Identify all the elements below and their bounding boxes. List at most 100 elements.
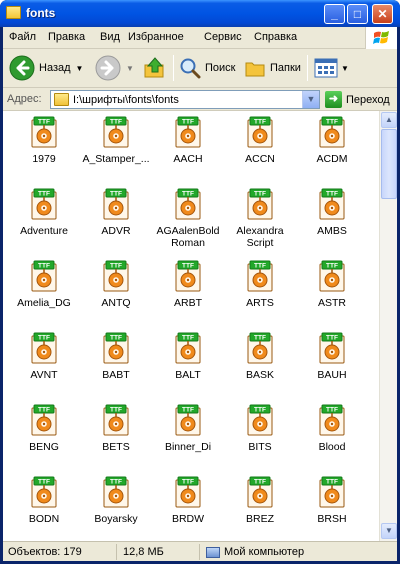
ttf-font-icon: TTF xyxy=(247,332,273,364)
ttf-font-icon: TTF xyxy=(319,116,345,148)
font-file-item[interactable]: TTF AACH xyxy=(151,115,225,185)
font-file-item[interactable]: TTF BREZ xyxy=(223,475,297,541)
go-button[interactable]: ➜ Переход xyxy=(325,90,390,109)
font-file-item[interactable]: TTF BAUH xyxy=(295,331,369,401)
file-list[interactable]: TTF 1979 TTF A_Stamper_... TTF AACH TTF ACCN TTF… xyxy=(3,111,379,541)
font-file-name: BETS xyxy=(102,441,130,453)
font-file-item[interactable]: TTF ANTQ xyxy=(79,259,153,329)
menu-tools[interactable]: Сервис xyxy=(204,31,242,43)
font-file-name: Alexandra Script xyxy=(236,225,284,249)
font-file-item[interactable]: TTF AVNT xyxy=(7,331,81,401)
ttf-badge-text: TTF xyxy=(110,479,122,486)
font-file-item[interactable]: TTF BODN xyxy=(7,475,81,541)
font-file-item[interactable]: TTF Binner_Di xyxy=(151,403,225,473)
chevron-down-icon[interactable]: ▼ xyxy=(126,64,134,73)
up-folder-button[interactable] xyxy=(143,53,167,83)
minimize-button[interactable]: _ xyxy=(324,4,345,24)
total-size: 12,8 МБ xyxy=(120,544,200,560)
menu-edit[interactable]: Правка xyxy=(48,31,85,43)
scroll-up-button[interactable]: ▲ xyxy=(381,112,397,128)
ttf-badge-text: TTF xyxy=(38,119,50,126)
toolbar-separator xyxy=(307,55,308,81)
toolbar-separator xyxy=(173,55,174,81)
scroll-down-button[interactable]: ▼ xyxy=(381,523,397,539)
ttf-badge-text: TTF xyxy=(182,335,194,342)
back-button[interactable]: Назад ▼ xyxy=(9,53,83,83)
ttf-badge-text: TTF xyxy=(326,335,338,342)
font-file-item[interactable]: TTF AGAalenBold Roman xyxy=(151,187,225,257)
ttf-font-icon: TTF xyxy=(103,404,129,436)
ttf-badge-text: TTF xyxy=(326,479,338,486)
ttf-font-icon: TTF xyxy=(175,404,201,436)
font-file-item[interactable]: TTF BASK xyxy=(223,331,297,401)
font-file-item[interactable]: TTF ARTS xyxy=(223,259,297,329)
font-file-item[interactable]: TTF ACCN xyxy=(223,115,297,185)
ttf-badge-text: TTF xyxy=(254,119,266,126)
maximize-button[interactable]: □ xyxy=(347,4,368,24)
font-file-name: BODN xyxy=(28,513,60,525)
font-file-item[interactable]: TTF BITS xyxy=(223,403,297,473)
explorer-window: fonts _ □ ✕ Файл Правка Вид Избранное Се… xyxy=(0,0,400,564)
font-file-item[interactable]: TTF BENG xyxy=(7,403,81,473)
font-file-item[interactable]: TTF AMBS xyxy=(295,187,369,257)
scroll-thumb[interactable] xyxy=(381,129,397,199)
menu-file[interactable]: Файл xyxy=(9,31,36,43)
font-file-item[interactable]: TTF BABT xyxy=(79,331,153,401)
menu-view[interactable]: Вид xyxy=(100,31,120,43)
chevron-down-icon[interactable]: ▼ xyxy=(302,91,319,108)
font-file-item[interactable]: TTF A_Stamper_... xyxy=(79,115,153,185)
font-file-item[interactable]: TTF Amelia_DG xyxy=(7,259,81,329)
ttf-badge-text: TTF xyxy=(182,479,194,486)
font-file-name: ARBT xyxy=(173,297,202,309)
chevron-down-icon[interactable]: ▼ xyxy=(341,64,349,73)
forward-button[interactable]: ▼ xyxy=(95,53,134,83)
font-file-name: AMBS xyxy=(317,225,347,237)
ttf-badge-text: TTF xyxy=(182,263,194,270)
toolbar: Назад ▼ ▼ Поиск Папки ▼ xyxy=(3,49,397,88)
search-button[interactable]: Поиск xyxy=(179,53,235,83)
title-bar[interactable]: fonts _ □ ✕ xyxy=(0,0,400,27)
ttf-font-icon: TTF xyxy=(175,188,201,220)
folder-icon xyxy=(6,6,21,19)
ttf-badge-text: TTF xyxy=(38,407,50,414)
views-button[interactable]: ▼ xyxy=(314,53,349,83)
ttf-font-icon: TTF xyxy=(247,404,273,436)
font-file-item[interactable]: TTF BRSH xyxy=(295,475,369,541)
font-file-name: ANTQ xyxy=(101,297,131,309)
my-computer-icon xyxy=(206,546,220,558)
location-label: Мой компьютер xyxy=(224,546,305,558)
font-file-item[interactable]: TTF ARBT xyxy=(151,259,225,329)
font-file-item[interactable]: TTF 1979 xyxy=(7,115,81,185)
font-file-item[interactable]: TTF Alexandra Script xyxy=(223,187,297,257)
back-arrow-icon xyxy=(9,55,35,81)
font-file-item[interactable]: TTF BETS xyxy=(79,403,153,473)
ttf-font-icon: TTF xyxy=(319,332,345,364)
font-file-name: ARTS xyxy=(246,297,274,309)
vertical-scrollbar[interactable]: ▲ ▼ xyxy=(379,111,397,541)
font-file-name: Amelia_DG xyxy=(17,297,71,309)
close-button[interactable]: ✕ xyxy=(372,4,393,24)
ttf-badge-text: TTF xyxy=(326,119,338,126)
icon-grid: TTF 1979 TTF A_Stamper_... TTF AACH TTF ACCN TTF… xyxy=(3,111,379,541)
font-file-item[interactable]: TTF ACDM xyxy=(295,115,369,185)
font-file-item[interactable]: TTF BALT xyxy=(151,331,225,401)
address-input[interactable]: I:\шрифты\fonts\fonts ▼ xyxy=(50,90,320,109)
font-file-item[interactable]: TTF Adventure xyxy=(7,187,81,257)
font-file-item[interactable]: TTF ADVR xyxy=(79,187,153,257)
font-file-name: ADVR xyxy=(101,225,131,237)
menu-help[interactable]: Справка xyxy=(254,31,297,43)
chevron-down-icon[interactable]: ▼ xyxy=(76,64,84,73)
ttf-badge-text: TTF xyxy=(38,191,50,198)
font-file-item[interactable]: TTF Blood xyxy=(295,403,369,473)
font-file-item[interactable]: TTF Boyarsky xyxy=(79,475,153,541)
search-label: Поиск xyxy=(205,62,236,74)
font-file-item[interactable]: TTF ASTR xyxy=(295,259,369,329)
font-file-name: 1979 xyxy=(32,153,56,165)
folders-label: Папки xyxy=(270,62,301,74)
ttf-badge-text: TTF xyxy=(38,479,50,486)
ttf-font-icon: TTF xyxy=(247,116,273,148)
menu-favorites[interactable]: Избранное xyxy=(128,31,184,43)
address-path: I:\шрифты\fonts\fonts xyxy=(73,94,179,106)
font-file-item[interactable]: TTF BRDW xyxy=(151,475,225,541)
folders-button[interactable]: Папки xyxy=(244,53,301,83)
